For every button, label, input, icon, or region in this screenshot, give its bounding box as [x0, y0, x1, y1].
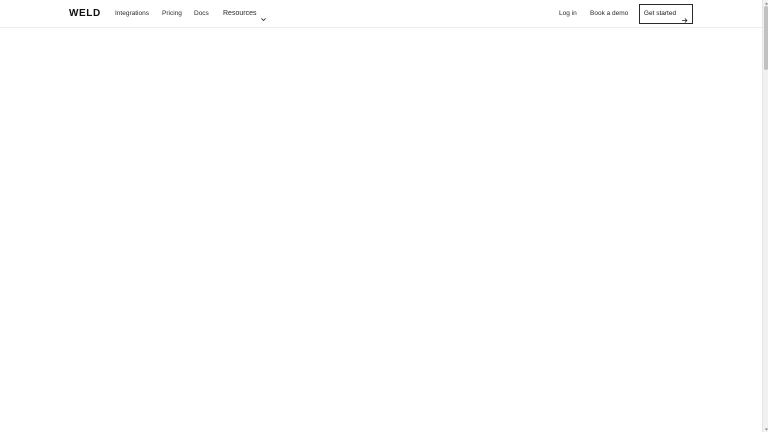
nav-docs-link[interactable]: Docs — [194, 10, 209, 18]
top-navbar: WELD Integrations Pricing Docs Resources… — [0, 0, 762, 28]
nav-resources-dropdown[interactable]: Resources — [223, 9, 267, 22]
nav-pricing-link[interactable]: Pricing — [162, 10, 182, 18]
page: WELD Integrations Pricing Docs Resources… — [0, 0, 762, 432]
weld-logo[interactable]: WELD — [69, 9, 101, 19]
login-link[interactable]: Log in — [559, 10, 577, 18]
chevron-down-icon — [260, 10, 267, 22]
scroll-down-icon[interactable] — [763, 426, 768, 432]
vertical-scrollbar[interactable] — [762, 0, 768, 432]
book-demo-link[interactable]: Book a demo — [590, 10, 628, 18]
get-started-label: Get started — [643, 10, 677, 17]
get-started-button[interactable]: Get started — [639, 4, 693, 24]
nav-resources-label: Resources — [223, 10, 257, 17]
nav-integrations-link[interactable]: Integrations — [115, 10, 149, 18]
arrow-right-icon — [681, 11, 688, 23]
scrollbar-thumb[interactable] — [764, 6, 768, 70]
browser-viewport: WELD Integrations Pricing Docs Resources… — [0, 0, 768, 432]
